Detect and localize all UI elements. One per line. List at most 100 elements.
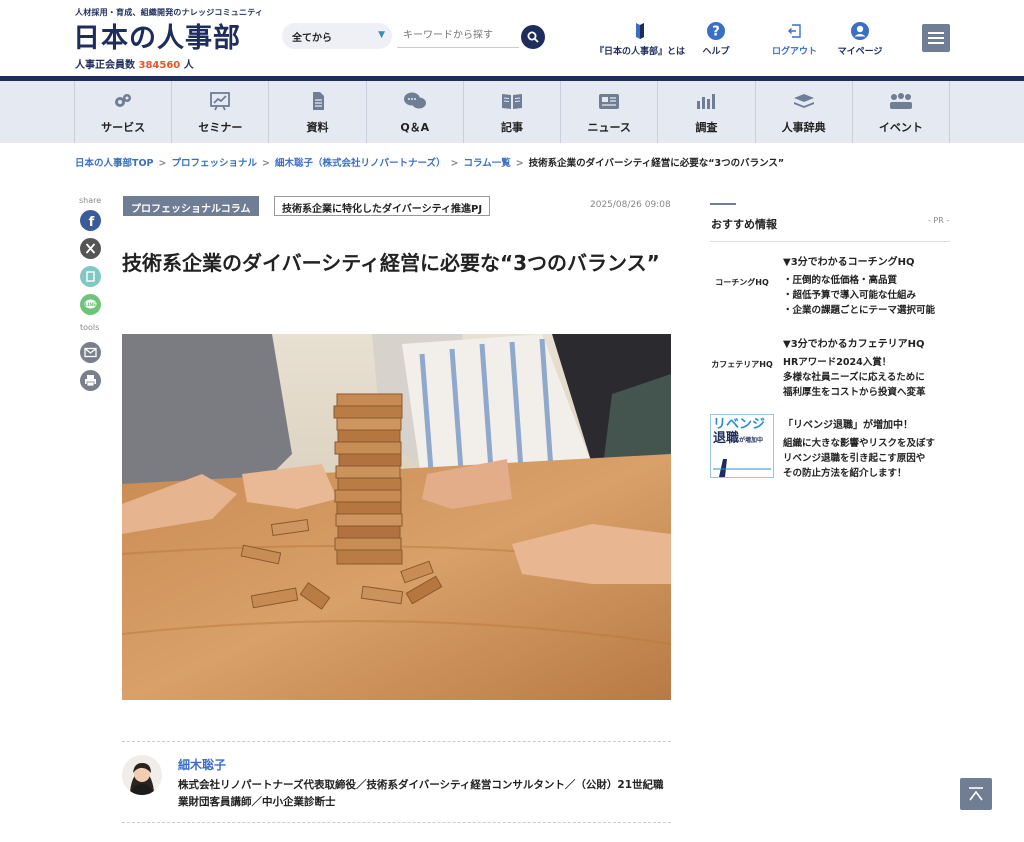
member-count: 人事正会員数 384560 人 <box>75 56 194 71</box>
nav-news[interactable]: ニュース <box>561 81 659 143</box>
nav-article[interactable]: 記事 <box>464 81 562 143</box>
share-label: share <box>79 196 102 205</box>
promo-cafeteria-hq[interactable]: カフェテリアHQ ▼3分でわかるカフェテリアHQ HRアワード2024入賞！ 多… <box>710 333 950 403</box>
breadcrumb-link[interactable]: プロフェッショナル <box>172 158 258 169</box>
thumbnail-graphic <box>713 459 771 477</box>
promo-title: 「リベンジ退職」が増加中！ <box>783 420 913 431</box>
breadcrumb: 日本の人事部TOP > プロフェッショナル > 細木聡子（株式会社リノパートナーズ） > コ… <box>75 155 784 169</box>
line-share-button[interactable]: LINE <box>80 294 101 315</box>
x-share-button[interactable] <box>80 238 101 259</box>
seminar-icon <box>210 92 231 111</box>
back-to-top-button[interactable] <box>960 778 992 810</box>
breadcrumb-current: 技術系企業のダイバーシティ経営に必要な“3つのバランス” <box>528 158 785 169</box>
search-input[interactable] <box>397 24 519 48</box>
site-logo[interactable]: 日本の人事部 <box>73 16 241 55</box>
nav-seminar[interactable]: セミナー <box>172 81 270 143</box>
chevron-down-icon: ▼ <box>378 30 385 40</box>
nav-event[interactable]: イベント <box>853 81 950 143</box>
site-header: 人材採用・育成、組織開発のナレッジコミュニティ 日本の人事部 人事正会員数 38… <box>0 0 1024 76</box>
x-icon <box>85 243 96 254</box>
publish-date: 2025/08/26 09:08 <box>590 200 671 210</box>
mail-icon <box>84 347 97 358</box>
thumbnail-text: 退職 <box>713 431 740 446</box>
mypage-link[interactable]: マイページ <box>832 22 888 57</box>
search-button[interactable] <box>521 25 545 49</box>
svg-text:LINE: LINE <box>85 302 96 308</box>
nav-event-label: イベント <box>878 121 923 134</box>
author-profile: 細木聡子 株式会社リノパートナーズ代表取締役／技術系ダイバーシティ経営コンサルタ… <box>122 741 671 823</box>
svg-text:f: f <box>89 215 95 230</box>
menu-bar <box>928 32 944 34</box>
promo-line: ・企業の課題ごとにテーマ選択可能 <box>783 305 936 316</box>
about-label: 『日本の人事部』とは <box>594 47 685 57</box>
hatena-share-button[interactable] <box>80 266 101 287</box>
help-label: ヘルプ <box>702 47 730 57</box>
nav-qa[interactable]: Q＆A <box>367 81 464 143</box>
breadcrumb-separator: > <box>450 158 459 169</box>
user-icon <box>851 22 869 40</box>
search-scope-value: 全てから <box>292 33 332 44</box>
project-tag[interactable]: 技術系企業に特化したダイバーシティ推進PJ <box>274 196 491 216</box>
article-title: 技術系企業のダイバーシティ経営に必要な“3つのバランス” <box>122 251 660 275</box>
email-button[interactable] <box>80 342 101 363</box>
print-icon <box>85 375 96 387</box>
nav-survey-label: 調査 <box>695 121 718 134</box>
promo-line: 多様な社員ニーズに応えるために <box>783 372 925 383</box>
about-link[interactable]: 『日本の人事部』とは <box>592 22 688 57</box>
survey-icon <box>697 94 716 109</box>
logout-link[interactable]: ログアウト <box>767 22 822 57</box>
breadcrumb-separator: > <box>515 158 524 169</box>
thumbnail-text: が増加中 <box>739 437 764 444</box>
sidebar-divider <box>710 241 950 242</box>
menu-bar <box>928 42 944 44</box>
search-scope-select[interactable]: 全てから ▼ <box>282 23 392 49</box>
breadcrumb-link[interactable]: 細木聡子（株式会社リノパートナーズ） <box>275 158 446 169</box>
author-avatar[interactable] <box>122 755 162 795</box>
nav-document-label: 資料 <box>306 121 329 134</box>
promo-coaching-hq[interactable]: コーチングHQ ▼3分でわかるコーチングHQ ・圧倒的な低価格・高品質 ・超低予… <box>710 251 950 321</box>
print-button[interactable] <box>80 370 101 391</box>
author-name[interactable]: 細木聡子 <box>178 756 226 773</box>
hamburger-menu-button[interactable] <box>922 24 950 52</box>
promo-line: リベンジ退職を引き起こす原因や <box>783 453 926 464</box>
promo-title: ▼3分でわかるカフェテリアHQ <box>783 339 925 350</box>
promo-revenge-resignation[interactable]: リベンジ 退職が増加中 「リベンジ退職」が増加中！ 組織に大きな影響やリスクを及… <box>710 414 950 484</box>
breadcrumb-link[interactable]: 日本の人事部TOP <box>75 158 154 169</box>
search-icon <box>527 31 539 43</box>
facebook-share-button[interactable]: f <box>80 210 101 231</box>
member-count-unit: 人 <box>183 60 194 71</box>
nav-survey[interactable]: 調査 <box>658 81 756 143</box>
facebook-icon: f <box>89 215 95 230</box>
menu-bar <box>928 37 944 39</box>
sidebar-accent-rule <box>710 203 736 205</box>
article-icon <box>501 94 522 109</box>
column-category-tag[interactable]: プロフェッショナルコラム <box>123 196 259 216</box>
news-icon <box>599 94 620 109</box>
promo-title: ▼3分でわかるコーチングHQ <box>783 257 915 268</box>
promo-logo: カフェテリアHQ <box>711 360 773 369</box>
logout-icon <box>787 24 801 38</box>
nav-service[interactable]: サービス <box>75 81 173 143</box>
promo-line: その防止方法を紹介します！ <box>783 468 907 479</box>
breadcrumb-link[interactable]: コラム一覧 <box>463 158 510 169</box>
nav-document[interactable]: 資料 <box>269 81 367 143</box>
mypage-label: マイページ <box>837 47 883 57</box>
document-icon <box>312 92 324 110</box>
help-link[interactable]: ? ヘルプ <box>698 22 734 57</box>
nav-seminar-label: セミナー <box>198 121 243 134</box>
dictionary-icon <box>793 94 814 108</box>
member-count-value: 384560 <box>138 60 181 71</box>
author-bio: 株式会社リノパートナーズ代表取締役／技術系ダイバーシティ経営コンサルタント／（公… <box>178 779 664 808</box>
svg-text:?: ? <box>712 25 720 40</box>
nav-qa-label: Q＆A <box>400 121 430 134</box>
nav-dictionary-label: 人事辞典 <box>781 121 826 134</box>
logout-label: ログアウト <box>771 47 817 57</box>
promo-line: 組織に大きな影響やリスクを及ぼす <box>783 438 936 449</box>
nav-article-label: 記事 <box>500 121 523 134</box>
nav-dictionary[interactable]: 人事辞典 <box>756 81 853 143</box>
event-icon <box>889 93 912 109</box>
breadcrumb-separator: > <box>262 158 270 169</box>
promo-line: ・超低予算で導入可能な仕組み <box>783 290 917 301</box>
bookmark-icon <box>86 271 95 282</box>
qa-icon <box>403 92 426 109</box>
